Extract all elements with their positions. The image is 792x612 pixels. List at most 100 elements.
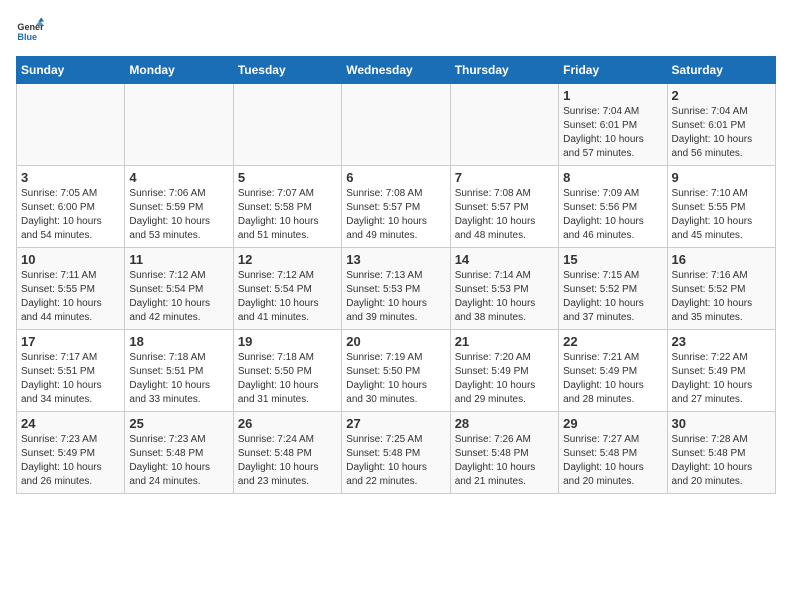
calendar-cell [17, 84, 125, 166]
calendar-header-row: SundayMondayTuesdayWednesdayThursdayFrid… [17, 57, 776, 84]
day-number: 7 [455, 170, 554, 185]
calendar-cell: 19Sunrise: 7:18 AM Sunset: 5:50 PM Dayli… [233, 330, 341, 412]
weekday-header-friday: Friday [559, 57, 667, 84]
day-info: Sunrise: 7:12 AM Sunset: 5:54 PM Dayligh… [129, 269, 228, 325]
day-number: 27 [346, 416, 445, 431]
calendar-week-row: 1Sunrise: 7:04 AM Sunset: 6:01 PM Daylig… [17, 84, 776, 166]
day-number: 28 [455, 416, 554, 431]
day-info: Sunrise: 7:08 AM Sunset: 5:57 PM Dayligh… [346, 187, 445, 243]
calendar-cell: 25 Sunrise: 7:23 AM Sunset: 5:48 PM Dayli… [125, 412, 233, 494]
calendar-cell: 23 Sunrise: 7:22 AM Sunset: 5:49 PM Dayli… [667, 330, 775, 412]
day-info: Sunrise: 7:07 AM Sunset: 5:58 PM Dayligh… [238, 187, 337, 243]
day-number: 10 [21, 252, 120, 267]
day-number: 13 [346, 252, 445, 267]
day-number: 23 [672, 334, 771, 349]
day-number: 25 [129, 416, 228, 431]
calendar-cell: 15Sunrise: 7:15 AM Sunset: 5:52 PM Dayli… [559, 248, 667, 330]
calendar-cell: 12 Sunrise: 7:12 AM Sunset: 5:54 PM Dayli… [233, 248, 341, 330]
calendar-cell: 26 Sunrise: 7:24 AM Sunset: 5:48 PM Dayli… [233, 412, 341, 494]
day-info: Sunrise: 7:08 AM Sunset: 5:57 PM Dayligh… [455, 187, 554, 243]
day-number: 5 [238, 170, 337, 185]
day-info: Sunrise: 7:19 AM Sunset: 5:50 PM Dayligh… [346, 351, 445, 407]
day-info: Sunrise: 7:17 AM Sunset: 5:51 PM Dayligh… [21, 351, 120, 407]
day-number: 4 [129, 170, 228, 185]
calendar-cell: 4 Sunrise: 7:06 AM Sunset: 5:59 PM Daylig… [125, 166, 233, 248]
svg-text:Blue: Blue [17, 32, 37, 42]
day-number: 8 [563, 170, 662, 185]
day-number: 19 [238, 334, 337, 349]
day-info: Sunrise: 7:04 AM Sunset: 6:01 PM Dayligh… [672, 105, 771, 161]
calendar-cell: 18 Sunrise: 7:18 AM Sunset: 5:51 PM Dayli… [125, 330, 233, 412]
day-number: 14 [455, 252, 554, 267]
calendar-cell: 22 Sunrise: 7:21 AM Sunset: 5:49 PM Dayli… [559, 330, 667, 412]
day-number: 21 [455, 334, 554, 349]
day-number: 22 [563, 334, 662, 349]
calendar-cell: 14 Sunrise: 7:14 AM Sunset: 5:53 PM Dayli… [450, 248, 558, 330]
calendar-cell: 21 Sunrise: 7:20 AM Sunset: 5:49 PM Dayli… [450, 330, 558, 412]
weekday-header-monday: Monday [125, 57, 233, 84]
calendar-cell: 6 Sunrise: 7:08 AM Sunset: 5:57 PM Daylig… [342, 166, 450, 248]
logo-icon: General Blue [16, 16, 44, 44]
day-info: Sunrise: 7:21 AM Sunset: 5:49 PM Dayligh… [563, 351, 662, 407]
calendar-cell: 24Sunrise: 7:23 AM Sunset: 5:49 PM Dayli… [17, 412, 125, 494]
calendar-cell: 30Sunrise: 7:28 AM Sunset: 5:48 PM Dayli… [667, 412, 775, 494]
day-number: 30 [672, 416, 771, 431]
day-info: Sunrise: 7:14 AM Sunset: 5:53 PM Dayligh… [455, 269, 554, 325]
logo: General Blue [16, 16, 44, 44]
page-header: General Blue [16, 16, 776, 44]
day-number: 24 [21, 416, 120, 431]
calendar-cell: 16 Sunrise: 7:16 AM Sunset: 5:52 PM Dayli… [667, 248, 775, 330]
day-info: Sunrise: 7:09 AM Sunset: 5:56 PM Dayligh… [563, 187, 662, 243]
day-info: Sunrise: 7:23 AM Sunset: 5:48 PM Dayligh… [129, 433, 228, 489]
calendar-cell: 20 Sunrise: 7:19 AM Sunset: 5:50 PM Dayli… [342, 330, 450, 412]
calendar-cell: 10 Sunrise: 7:11 AM Sunset: 5:55 PM Dayli… [17, 248, 125, 330]
day-info: Sunrise: 7:26 AM Sunset: 5:48 PM Dayligh… [455, 433, 554, 489]
day-number: 18 [129, 334, 228, 349]
calendar-cell [233, 84, 341, 166]
day-info: Sunrise: 7:11 AM Sunset: 5:55 PM Dayligh… [21, 269, 120, 325]
calendar-cell: 11 Sunrise: 7:12 AM Sunset: 5:54 PM Dayli… [125, 248, 233, 330]
day-info: Sunrise: 7:05 AM Sunset: 6:00 PM Dayligh… [21, 187, 120, 243]
day-number: 26 [238, 416, 337, 431]
day-info: Sunrise: 7:25 AM Sunset: 5:48 PM Dayligh… [346, 433, 445, 489]
day-info: Sunrise: 7:18 AM Sunset: 5:51 PM Dayligh… [129, 351, 228, 407]
day-number: 17 [21, 334, 120, 349]
day-number: 9 [672, 170, 771, 185]
day-info: Sunrise: 7:15 AM Sunset: 5:52 PM Dayligh… [563, 269, 662, 325]
day-info: Sunrise: 7:16 AM Sunset: 5:52 PM Dayligh… [672, 269, 771, 325]
day-info: Sunrise: 7:13 AM Sunset: 5:53 PM Dayligh… [346, 269, 445, 325]
calendar-cell: 5 Sunrise: 7:07 AM Sunset: 5:58 PM Daylig… [233, 166, 341, 248]
day-info: Sunrise: 7:06 AM Sunset: 5:59 PM Dayligh… [129, 187, 228, 243]
day-number: 20 [346, 334, 445, 349]
calendar-cell: 13 Sunrise: 7:13 AM Sunset: 5:53 PM Dayli… [342, 248, 450, 330]
calendar-cell: 3Sunrise: 7:05 AM Sunset: 6:00 PM Daylig… [17, 166, 125, 248]
weekday-header-saturday: Saturday [667, 57, 775, 84]
calendar-cell: 7 Sunrise: 7:08 AM Sunset: 5:57 PM Daylig… [450, 166, 558, 248]
calendar-week-row: 10 Sunrise: 7:11 AM Sunset: 5:55 PM Dayli… [17, 248, 776, 330]
calendar-cell: 2Sunrise: 7:04 AM Sunset: 6:01 PM Daylig… [667, 84, 775, 166]
weekday-header-tuesday: Tuesday [233, 57, 341, 84]
calendar-week-row: 3Sunrise: 7:05 AM Sunset: 6:00 PM Daylig… [17, 166, 776, 248]
calendar-cell: 8 Sunrise: 7:09 AM Sunset: 5:56 PM Daylig… [559, 166, 667, 248]
day-info: Sunrise: 7:10 AM Sunset: 5:55 PM Dayligh… [672, 187, 771, 243]
day-info: Sunrise: 7:27 AM Sunset: 5:48 PM Dayligh… [563, 433, 662, 489]
weekday-header-sunday: Sunday [17, 57, 125, 84]
day-number: 11 [129, 252, 228, 267]
day-info: Sunrise: 7:24 AM Sunset: 5:48 PM Dayligh… [238, 433, 337, 489]
day-number: 6 [346, 170, 445, 185]
calendar-week-row: 24Sunrise: 7:23 AM Sunset: 5:49 PM Dayli… [17, 412, 776, 494]
day-number: 29 [563, 416, 662, 431]
day-number: 12 [238, 252, 337, 267]
calendar-cell [125, 84, 233, 166]
calendar-cell: 17 Sunrise: 7:17 AM Sunset: 5:51 PM Dayli… [17, 330, 125, 412]
day-info: Sunrise: 7:20 AM Sunset: 5:49 PM Dayligh… [455, 351, 554, 407]
day-info: Sunrise: 7:22 AM Sunset: 5:49 PM Dayligh… [672, 351, 771, 407]
calendar-cell [342, 84, 450, 166]
day-number: 16 [672, 252, 771, 267]
day-info: Sunrise: 7:12 AM Sunset: 5:54 PM Dayligh… [238, 269, 337, 325]
calendar-cell: 9 Sunrise: 7:10 AM Sunset: 5:55 PM Daylig… [667, 166, 775, 248]
calendar-cell [450, 84, 558, 166]
calendar-cell: 27 Sunrise: 7:25 AM Sunset: 5:48 PM Dayli… [342, 412, 450, 494]
calendar-cell: 28 Sunrise: 7:26 AM Sunset: 5:48 PM Dayli… [450, 412, 558, 494]
calendar-week-row: 17 Sunrise: 7:17 AM Sunset: 5:51 PM Dayli… [17, 330, 776, 412]
